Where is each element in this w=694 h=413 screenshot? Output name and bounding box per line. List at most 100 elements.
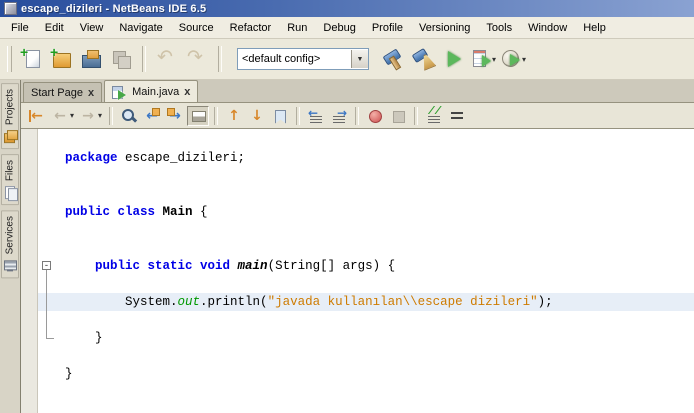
code-token: (String[] args) { bbox=[268, 259, 396, 273]
code-line: System.out.println("javada kullanılan\\e… bbox=[38, 293, 694, 311]
toolbar-separator bbox=[355, 107, 359, 125]
toolbar-separator bbox=[142, 46, 146, 72]
editor-area: package escape_dizileri;public class Mai… bbox=[21, 129, 694, 413]
code-token: System. bbox=[65, 295, 178, 309]
projects-icon bbox=[3, 129, 17, 143]
editor-pane: Start Pagex Main.java x ▾ ▾ package escape_… bbox=[21, 80, 694, 413]
toolbar-separator bbox=[109, 107, 113, 125]
stop-macro-icon bbox=[389, 107, 407, 125]
comment-button[interactable] bbox=[423, 106, 445, 126]
last-edit-position-button[interactable] bbox=[26, 106, 48, 126]
start-macro-recording-button[interactable] bbox=[364, 106, 386, 126]
new-file-icon bbox=[19, 47, 43, 71]
code-token: ); bbox=[538, 295, 553, 309]
sidebar-tab-services[interactable]: Services bbox=[1, 210, 19, 278]
undo-icon bbox=[155, 47, 179, 71]
undo-button bbox=[153, 45, 181, 73]
code-token: out bbox=[178, 295, 201, 309]
debug-button[interactable]: ▾ bbox=[469, 45, 497, 73]
highlight-icon bbox=[189, 107, 207, 125]
chevron-down-icon[interactable]: ▾ bbox=[70, 111, 74, 120]
menu-versioning[interactable]: Versioning bbox=[411, 19, 478, 37]
window-title: escape_dizileri - NetBeans IDE 6.5 bbox=[21, 3, 206, 15]
menu-profile[interactable]: Profile bbox=[364, 19, 411, 37]
shift-line-left-button[interactable] bbox=[305, 106, 327, 126]
code-line bbox=[38, 275, 694, 293]
menu-navigate[interactable]: Navigate bbox=[111, 19, 170, 37]
menu-view[interactable]: View bbox=[72, 19, 112, 37]
code-token: .println( bbox=[200, 295, 268, 309]
find-next-icon bbox=[166, 107, 184, 125]
tab-label: Main.java bbox=[132, 86, 179, 98]
close-icon[interactable]: x bbox=[88, 88, 94, 98]
chevron-down-icon: ▼ bbox=[357, 56, 364, 63]
toggle-bookmark-button[interactable] bbox=[269, 106, 291, 126]
code-line bbox=[38, 239, 694, 257]
hammer-broom-icon bbox=[411, 47, 435, 71]
editor-tabstrip: Start Pagex Main.java x bbox=[21, 80, 694, 103]
sidebar-tab-projects[interactable]: Projects bbox=[1, 83, 19, 149]
code-editor[interactable]: package escape_dizileri;public class Mai… bbox=[38, 129, 694, 413]
redo-button bbox=[183, 45, 211, 73]
code-token: escape_dizileri; bbox=[118, 151, 246, 165]
find-previous-button[interactable] bbox=[141, 106, 163, 126]
previous-bookmark-button[interactable] bbox=[223, 106, 245, 126]
code-token bbox=[65, 259, 95, 273]
config-selector-dropdown-button[interactable]: ▼ bbox=[351, 50, 368, 68]
code-line bbox=[38, 185, 694, 203]
tab-main-java[interactable]: Main.java x bbox=[104, 80, 198, 102]
menu-tools[interactable]: Tools bbox=[478, 19, 520, 37]
profile-button[interactable]: ▾ bbox=[499, 45, 527, 73]
next-bookmark-button[interactable] bbox=[246, 106, 268, 126]
menu-help[interactable]: Help bbox=[575, 19, 614, 37]
services-icon bbox=[3, 259, 17, 273]
chevron-down-icon[interactable]: ▾ bbox=[522, 55, 526, 64]
next-bookmark-icon bbox=[248, 107, 266, 125]
shift-line-right-button[interactable] bbox=[328, 106, 350, 126]
menu-file[interactable]: File bbox=[3, 19, 37, 37]
menubar: FileEditViewNavigateSourceRefactorRunDeb… bbox=[0, 17, 694, 39]
menu-refactor[interactable]: Refactor bbox=[222, 19, 280, 37]
code-token: main bbox=[238, 259, 268, 273]
find-next-button[interactable] bbox=[164, 106, 186, 126]
save-all-button bbox=[107, 45, 135, 73]
comment-icon bbox=[425, 107, 443, 125]
run-icon bbox=[441, 47, 465, 71]
new-file-button[interactable] bbox=[17, 45, 45, 73]
files-icon bbox=[3, 185, 17, 199]
sidebar-tab-label: Projects bbox=[5, 89, 16, 125]
toolbar-separator bbox=[214, 107, 218, 125]
find-selection-button[interactable] bbox=[118, 106, 140, 126]
menu-debug[interactable]: Debug bbox=[315, 19, 363, 37]
open-project-button[interactable] bbox=[77, 45, 105, 73]
code-token: Main bbox=[163, 205, 193, 219]
left-sidebar: Projects Files Services bbox=[0, 80, 21, 413]
menu-run[interactable]: Run bbox=[279, 19, 315, 37]
chevron-down-icon[interactable]: ▾ bbox=[492, 55, 496, 64]
menu-edit[interactable]: Edit bbox=[37, 19, 72, 37]
toggle-highlight-button[interactable] bbox=[187, 106, 209, 126]
uncomment-button[interactable] bbox=[446, 106, 468, 126]
build-button[interactable] bbox=[379, 45, 407, 73]
toolbar-separator bbox=[414, 107, 418, 125]
save-all-icon bbox=[109, 47, 133, 71]
open-project-icon bbox=[79, 47, 103, 71]
clean-build-button[interactable] bbox=[409, 45, 437, 73]
fold-collapse-toggle[interactable]: - bbox=[42, 261, 51, 270]
run-button[interactable] bbox=[439, 45, 467, 73]
prev-bookmark-icon bbox=[225, 107, 243, 125]
config-selector-value: <default config> bbox=[238, 53, 351, 65]
toolbar-separator bbox=[218, 46, 222, 72]
main-area: ProjectsFilesServices Start PagexMain.ja… bbox=[0, 80, 694, 413]
netbeans-window: escape_dizileri - NetBeans IDE 6.5 FileE… bbox=[0, 0, 694, 413]
code-token: } bbox=[65, 367, 73, 381]
tab-start-page[interactable]: Start Pagex bbox=[23, 82, 102, 102]
menu-window[interactable]: Window bbox=[520, 19, 575, 37]
new-project-button[interactable] bbox=[47, 45, 75, 73]
close-icon[interactable]: x bbox=[184, 87, 190, 97]
menu-source[interactable]: Source bbox=[171, 19, 222, 37]
stop-macro-recording-button bbox=[387, 106, 409, 126]
sidebar-tab-files[interactable]: Files bbox=[1, 154, 19, 205]
config-selector[interactable]: <default config> ▼ bbox=[237, 48, 369, 70]
chevron-down-icon[interactable]: ▾ bbox=[98, 111, 102, 120]
